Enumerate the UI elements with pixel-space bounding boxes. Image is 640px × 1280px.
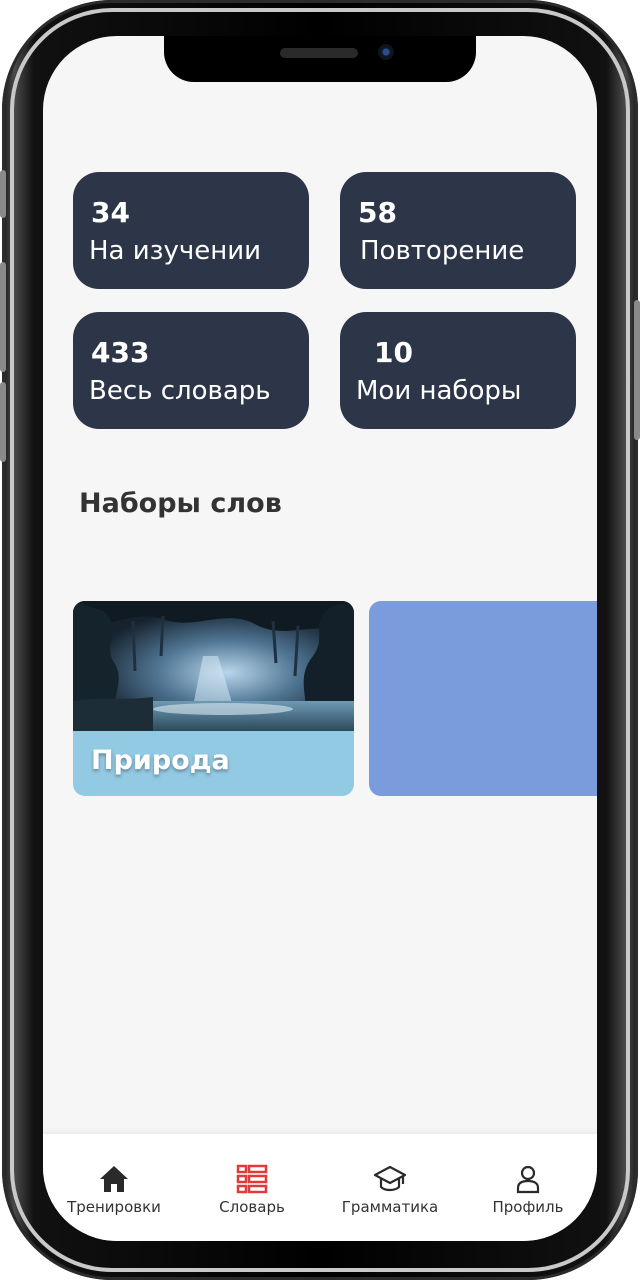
stat-label: Повторение <box>360 236 525 266</box>
home-icon <box>100 1166 128 1192</box>
notch <box>164 36 476 82</box>
tab-grammar[interactable]: Грамматика <box>321 1162 459 1216</box>
section-title: Наборы слов <box>79 488 282 519</box>
tab-trainings[interactable]: Тренировки <box>45 1162 183 1216</box>
stat-label: Мои наборы <box>356 376 522 406</box>
tab-dictionary[interactable]: Словарь <box>183 1162 321 1216</box>
stat-card-my-sets[interactable]: 10 Мои наборы <box>340 312 576 429</box>
stat-value: 433 <box>91 336 150 369</box>
volume-up-button <box>0 262 6 372</box>
tab-profile[interactable]: Профиль <box>459 1162 597 1216</box>
stat-label: Весь словарь <box>89 376 271 406</box>
graduation-cap-icon <box>373 1165 407 1192</box>
tab-label: Профиль <box>492 1198 564 1216</box>
list-icon <box>236 1164 268 1194</box>
speaker <box>280 48 358 58</box>
bottom-tab-bar: Тренировки Словарь Грамматика Профиль <box>43 1134 597 1241</box>
power-button <box>634 300 640 440</box>
volume-down-button <box>0 382 6 462</box>
user-icon <box>516 1165 540 1194</box>
stat-value: 58 <box>358 196 397 229</box>
word-set-card[interactable] <box>369 601 597 796</box>
mute-switch <box>0 170 6 218</box>
forest-cave-image <box>73 601 354 731</box>
tab-label: Тренировки <box>67 1198 161 1216</box>
tab-label: Грамматика <box>341 1198 439 1216</box>
stat-card-learning[interactable]: 34 На изучении <box>73 172 309 289</box>
stat-value: 34 <box>91 196 130 229</box>
app-screen: 34 На изучении 58 Повторение 433 Весь сл… <box>43 36 597 1241</box>
tab-label: Словарь <box>219 1198 285 1216</box>
stat-card-review[interactable]: 58 Повторение <box>340 172 576 289</box>
stat-label: На изучении <box>89 236 262 266</box>
front-camera <box>378 44 394 60</box>
stat-card-dictionary[interactable]: 433 Весь словарь <box>73 312 309 429</box>
word-set-label: Природа <box>91 745 230 776</box>
stat-value: 10 <box>374 336 413 369</box>
word-set-card[interactable]: Природа <box>73 601 354 796</box>
